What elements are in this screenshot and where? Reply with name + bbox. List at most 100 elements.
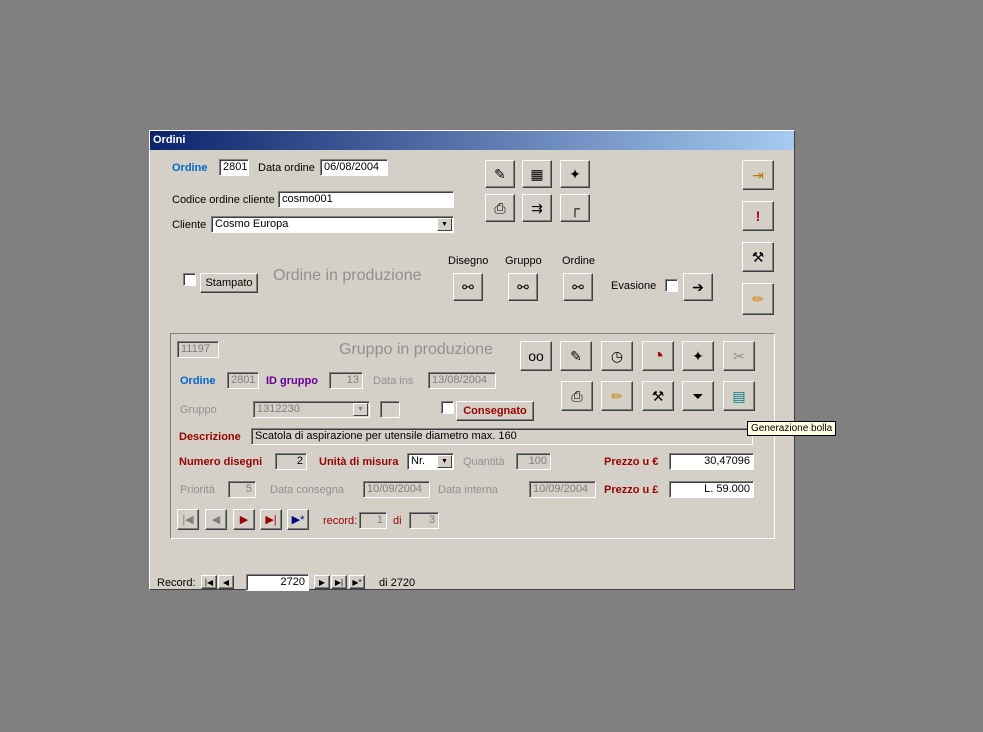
generazione-bolla-button[interactable]: ▤ bbox=[723, 381, 755, 411]
prev-record-icon: ◀ bbox=[211, 514, 221, 526]
first-record-button[interactable]: |◀ bbox=[201, 575, 217, 589]
prezzo-lit-field[interactable]: L. 59.000 bbox=[669, 481, 754, 498]
chevron-down-icon[interactable]: ▼ bbox=[437, 455, 452, 468]
prezzo-eur-field[interactable]: 30,47096 bbox=[669, 453, 754, 470]
sub-next-record-button[interactable]: ▶ bbox=[233, 509, 255, 530]
chevron-down-icon[interactable]: ▼ bbox=[437, 218, 452, 231]
sub-record-field: 1 bbox=[359, 512, 387, 529]
last-record-button[interactable]: ▶| bbox=[331, 575, 347, 589]
evasione-checkbox[interactable] bbox=[665, 279, 678, 292]
quantita-field: 100 bbox=[516, 453, 551, 470]
new-record-icon: ▶* bbox=[291, 514, 305, 526]
sub-pencil-button[interactable]: ✏ bbox=[601, 381, 633, 411]
sub-record-label: record: bbox=[323, 515, 358, 527]
codice-ordine-label: Codice ordine cliente bbox=[172, 194, 275, 206]
cut-icon: ✂ bbox=[733, 348, 745, 364]
pencil-icon: ✏ bbox=[611, 388, 623, 404]
cliente-value: Cosmo Europa bbox=[215, 218, 289, 230]
gruppo-label: Gruppo bbox=[505, 255, 542, 267]
quantita-label: Quantità bbox=[463, 456, 505, 468]
sub-edit-button[interactable]: ✎ bbox=[560, 341, 592, 371]
stopwatch-icon: ◷ bbox=[610, 348, 624, 364]
numero-disegni-label: Numero disegni bbox=[179, 456, 263, 468]
clock-icon: ◔ bbox=[651, 345, 665, 367]
print-button[interactable]: ⎙ bbox=[485, 194, 515, 222]
print-preview-button[interactable]: ⇉ bbox=[522, 194, 552, 222]
sub-ordine-label: Ordine bbox=[180, 375, 216, 387]
stampato-checkbox[interactable] bbox=[183, 273, 196, 286]
window-title: Ordini bbox=[150, 131, 794, 150]
sub-new-record-button[interactable]: ▶* bbox=[287, 509, 309, 530]
timer-button[interactable]: ◷ bbox=[601, 341, 633, 371]
disabled-tool-button[interactable]: ✂ bbox=[723, 341, 755, 371]
evasione-button[interactable]: ➔ bbox=[683, 273, 713, 301]
prev-record-button[interactable]: ◀ bbox=[218, 575, 234, 589]
search-gruppo-button[interactable]: ⚯ bbox=[508, 273, 538, 301]
search-ordine-button[interactable]: ⚯ bbox=[563, 273, 593, 301]
new-record-button[interactable]: ✦ bbox=[560, 160, 590, 188]
codice-ordine-field[interactable]: cosmo001 bbox=[278, 191, 454, 208]
last-record-icon: ▶| bbox=[334, 577, 344, 587]
pencil-button[interactable]: ✏ bbox=[742, 283, 774, 315]
ordine-search-label: Ordine bbox=[562, 255, 596, 267]
tooltip: Generazione bolla bbox=[747, 421, 837, 436]
cliente-label: Cliente bbox=[172, 219, 207, 231]
hammer-icon: ⚒ bbox=[751, 249, 765, 265]
descrizione-field[interactable]: Scatola di aspirazione per utensile diam… bbox=[251, 428, 753, 445]
record-field[interactable]: 2720 bbox=[246, 574, 309, 591]
numero-disegni-field[interactable]: 2 bbox=[275, 453, 307, 470]
id-gruppo-field: 13 bbox=[329, 372, 363, 389]
prezzo-eur-label: Prezzo u € bbox=[604, 456, 659, 468]
gruppo-id-field: 11197 bbox=[177, 341, 219, 358]
first-record-icon: |◀ bbox=[182, 514, 194, 526]
printer-icon: ⎙ bbox=[494, 200, 506, 216]
gruppo-select: 1312230 ▼ bbox=[253, 401, 370, 418]
consegnato-label: Consegnato bbox=[463, 405, 527, 417]
descrizione-label: Descrizione bbox=[179, 431, 241, 443]
binoculars-icon: ⚯ bbox=[462, 279, 474, 295]
print-preview-icon: ⇉ bbox=[531, 200, 543, 216]
consegnato-checkbox[interactable] bbox=[441, 401, 454, 414]
filter-button[interactable]: ⏷ bbox=[682, 381, 714, 411]
stampato-label: Stampato bbox=[205, 277, 253, 289]
notebook-icon: ▤ bbox=[732, 388, 746, 404]
ordini-window: Ordini Ordine 2801 Data ordine 06/08/200… bbox=[149, 130, 837, 591]
gruppo-status-text: Gruppo in produzione bbox=[339, 341, 493, 358]
sub-tools-button[interactable]: ⚒ bbox=[642, 381, 674, 411]
ordine-field[interactable]: 2801 bbox=[219, 159, 249, 176]
layout-button[interactable]: ┌ bbox=[560, 194, 590, 222]
stampato-button[interactable]: Stampato bbox=[200, 273, 258, 293]
tools-button[interactable]: ⚒ bbox=[742, 242, 774, 272]
edit-icon: ✎ bbox=[570, 348, 582, 364]
sub-first-record-button[interactable]: |◀ bbox=[177, 509, 199, 530]
exit-button[interactable]: ⇥ bbox=[742, 160, 774, 190]
gruppo-extra-field bbox=[380, 401, 400, 418]
calculator-button[interactable]: ▦ bbox=[522, 160, 552, 188]
sub-print-button[interactable]: ⎙ bbox=[561, 381, 593, 411]
data-ordine-field[interactable]: 06/08/2004 bbox=[320, 159, 388, 176]
unita-misura-select[interactable]: Nr. ▼ bbox=[407, 453, 454, 470]
search-disegno-button[interactable]: ⚯ bbox=[453, 273, 483, 301]
alert-button[interactable]: ! bbox=[742, 201, 774, 231]
sub-new-button[interactable]: ✦ bbox=[682, 341, 714, 371]
new-record-button[interactable]: ▶* bbox=[349, 575, 365, 589]
filter-icon: ⏷ bbox=[692, 388, 704, 404]
ordine-status-text: Ordine in produzione bbox=[273, 267, 422, 284]
prev-record-icon: ◀ bbox=[222, 577, 230, 587]
priorita-label: Priorità bbox=[180, 484, 215, 496]
cliente-select[interactable]: Cosmo Europa ▼ bbox=[211, 216, 454, 233]
sub-prev-record-button[interactable]: ◀ bbox=[205, 509, 227, 530]
data-ins-label: Data ins bbox=[373, 375, 414, 387]
consegnato-button[interactable]: Consegnato bbox=[456, 401, 534, 421]
record-label: Record: bbox=[157, 577, 196, 589]
view-button[interactable]: oo bbox=[520, 341, 552, 371]
clock-button[interactable]: ◔ bbox=[642, 341, 674, 371]
binoculars-icon: ⚯ bbox=[517, 279, 529, 295]
next-record-button[interactable]: ▶ bbox=[314, 575, 330, 589]
sub-last-record-button[interactable]: ▶| bbox=[260, 509, 282, 530]
layout-icon: ┌ bbox=[570, 200, 580, 216]
prezzo-lit-label: Prezzo u £ bbox=[604, 484, 659, 496]
arrow-table-icon: ➔ bbox=[692, 279, 704, 295]
edit-button[interactable]: ✎ bbox=[485, 160, 515, 188]
binoculars-icon: ⚯ bbox=[572, 279, 584, 295]
